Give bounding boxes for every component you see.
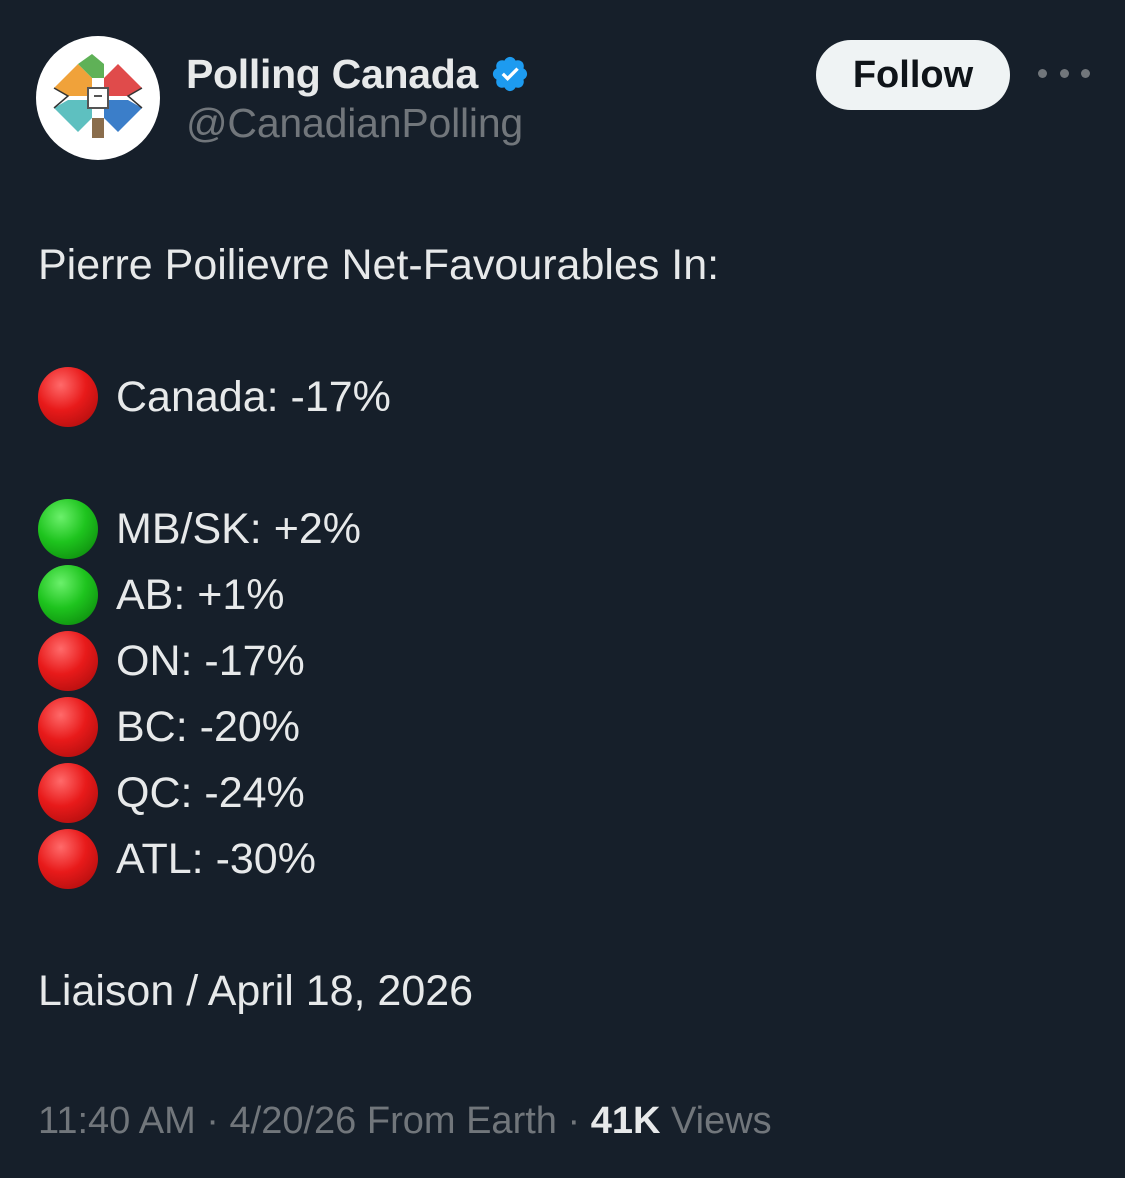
more-dot xyxy=(1059,68,1069,78)
verified-badge-icon xyxy=(492,56,528,92)
region-row: ATL: -30% xyxy=(38,826,1098,892)
separator: · xyxy=(206,1100,219,1142)
tweet-location: From Earth xyxy=(366,1100,557,1142)
red-circle-icon xyxy=(38,829,98,889)
region-text: QC: -24% xyxy=(116,769,305,817)
region-text: AB: +1% xyxy=(116,571,285,619)
region-row: AB: +1% xyxy=(38,562,1098,628)
views-count: 41K xyxy=(590,1100,661,1142)
green-circle-icon xyxy=(38,499,98,559)
tweet-title: Pierre Poilievre Net-Favourables In: xyxy=(38,241,720,289)
follow-button[interactable]: Follow xyxy=(816,40,1010,110)
national-text: Canada: -17% xyxy=(116,373,391,421)
region-row: BC: -20% xyxy=(38,694,1098,760)
source-line: Liaison / April 18, 2026 xyxy=(38,967,474,1015)
more-options-icon[interactable] xyxy=(1038,58,1090,88)
tweet-date[interactable]: 4/20/26 xyxy=(230,1100,357,1142)
red-circle-icon xyxy=(38,763,98,823)
avatar[interactable] xyxy=(36,36,160,160)
region-row: ON: -17% xyxy=(38,628,1098,694)
views-label: Views xyxy=(670,1100,772,1142)
tweet-header: Polling Canada @CanadianPolling Follow xyxy=(36,36,1096,166)
separator: · xyxy=(567,1100,581,1142)
red-circle-icon xyxy=(38,367,98,427)
region-text: ON: -17% xyxy=(116,637,305,685)
region-row: MB/SK: +2% xyxy=(38,496,1098,562)
region-text: MB/SK: +2% xyxy=(116,505,361,553)
tweet-text: Pierre Poilievre Net-Favourables In: Can… xyxy=(38,232,1098,1024)
display-name[interactable]: Polling Canada xyxy=(186,51,478,98)
red-circle-icon xyxy=(38,697,98,757)
green-circle-icon xyxy=(38,565,98,625)
more-dot xyxy=(1081,68,1090,78)
handle[interactable]: @CanadianPolling xyxy=(186,100,530,147)
author-info: Polling Canada @CanadianPolling xyxy=(186,48,530,147)
tweet-meta: 11:40 AM · 4/20/26 From Earth · 41K View… xyxy=(38,1100,772,1143)
red-circle-icon xyxy=(38,631,98,691)
maple-leaf-logo-icon xyxy=(53,54,143,138)
region-row: QC: -24% xyxy=(38,760,1098,826)
more-dot xyxy=(1038,68,1047,78)
national-row: Canada: -17% xyxy=(38,364,1098,430)
name-row: Polling Canada xyxy=(186,48,530,100)
region-text: BC: -20% xyxy=(116,703,301,751)
region-text: ATL: -30% xyxy=(116,835,316,883)
tweet-time[interactable]: 11:40 AM xyxy=(38,1100,196,1142)
